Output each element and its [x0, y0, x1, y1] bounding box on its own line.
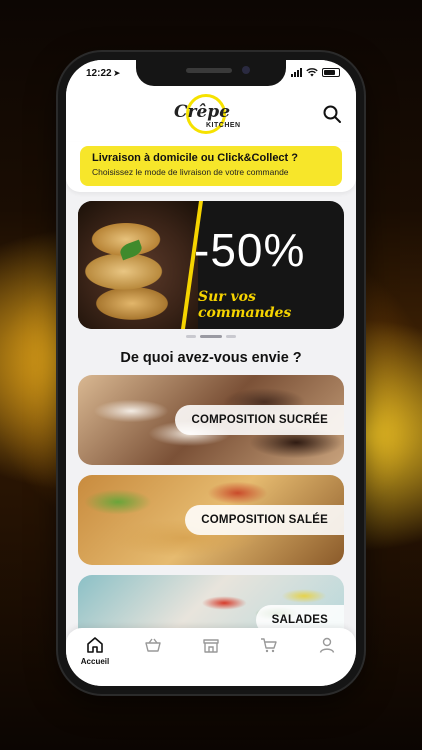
phone-notch: [136, 60, 286, 86]
phone-frame: 12:22 ➤ Crêpe KITCHEN Livraison à domici…: [58, 52, 364, 694]
home-icon: [87, 637, 103, 653]
location-arrow-icon: ➤: [113, 68, 121, 78]
delivery-title: Livraison à domicile ou Click&Collect ?: [92, 152, 298, 164]
brand-logo[interactable]: Crêpe KITCHEN: [174, 92, 250, 138]
bottom-tab-bar: Accueil: [66, 628, 356, 686]
search-icon[interactable]: [322, 104, 342, 124]
basket-icon: [145, 638, 161, 652]
promo-banner[interactable]: -50% Sur vos commandes: [78, 201, 344, 329]
category-card-sucree[interactable]: COMPOSITION SUCRÉE: [78, 375, 344, 465]
tab-account[interactable]: [303, 636, 351, 686]
section-title: De quoi avez-vous envie ?: [120, 350, 302, 366]
promo-headline: -50%: [194, 224, 306, 276]
delivery-mode-card[interactable]: Livraison à domicile ou Click&Collect ? …: [80, 146, 342, 186]
delivery-section: Livraison à domicile ou Click&Collect ? …: [66, 142, 356, 192]
category-card-salee[interactable]: COMPOSITION SALÉE: [78, 475, 344, 565]
crepes-photo: [78, 201, 198, 329]
tab-label: Accueil: [80, 657, 110, 666]
signal-icon: [291, 68, 302, 77]
store-icon: [203, 639, 219, 653]
delivery-subtitle: Choisissez le mode de livraison de votre…: [92, 167, 289, 177]
app-store-background: 12:22 ➤ Crêpe KITCHEN Livraison à domici…: [0, 0, 422, 750]
cart-icon: [261, 638, 277, 653]
status-time: 12:22: [86, 68, 112, 79]
promo-subline: Sur vos commandes: [198, 289, 292, 321]
user-icon: [319, 637, 335, 653]
tab-accueil[interactable]: Accueil: [71, 636, 119, 686]
tab-store[interactable]: [187, 636, 235, 686]
wifi-icon: [306, 68, 318, 77]
app-screen: 12:22 ➤ Crêpe KITCHEN Livraison à domici…: [66, 60, 356, 686]
carousel-dots: [66, 335, 356, 338]
status-indicators: [291, 68, 340, 77]
carousel-dot-active[interactable]: [200, 335, 222, 338]
logo-subtitle: KITCHEN: [206, 122, 241, 129]
tab-cart[interactable]: [245, 636, 293, 686]
battery-icon: [322, 68, 340, 77]
carousel-dot[interactable]: [186, 335, 196, 338]
carousel-dot[interactable]: [226, 335, 236, 338]
app-header: Crêpe KITCHEN: [66, 86, 356, 142]
logo-wordmark: Crêpe: [174, 102, 231, 122]
tab-basket[interactable]: [129, 636, 177, 686]
category-label: COMPOSITION SALÉE: [185, 505, 344, 535]
category-label: COMPOSITION SUCRÉE: [175, 405, 344, 435]
